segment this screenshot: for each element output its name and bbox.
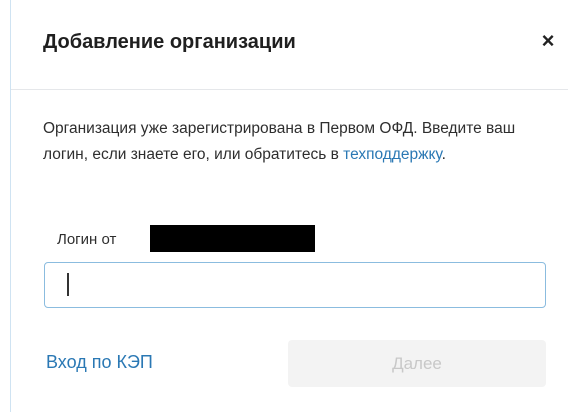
kep-login-link[interactable]: Вход по КЭП	[46, 352, 153, 373]
message-text-end: .	[441, 146, 446, 163]
info-message: Организация уже зарегистрирована в Перво…	[43, 116, 543, 168]
dialog-title: Добавление организации	[43, 31, 296, 53]
support-link[interactable]: техподдержку	[343, 146, 441, 163]
add-organization-dialog: Добавление организации × Организация уже…	[10, 0, 568, 412]
next-button[interactable]: Далее	[288, 340, 546, 387]
dialog-header: Добавление организации ×	[11, 0, 568, 90]
close-icon[interactable]: ×	[537, 28, 559, 54]
text-cursor	[67, 273, 69, 296]
login-input[interactable]	[44, 262, 546, 308]
login-label: Логин от	[57, 231, 117, 248]
redacted-block	[150, 225, 315, 252]
